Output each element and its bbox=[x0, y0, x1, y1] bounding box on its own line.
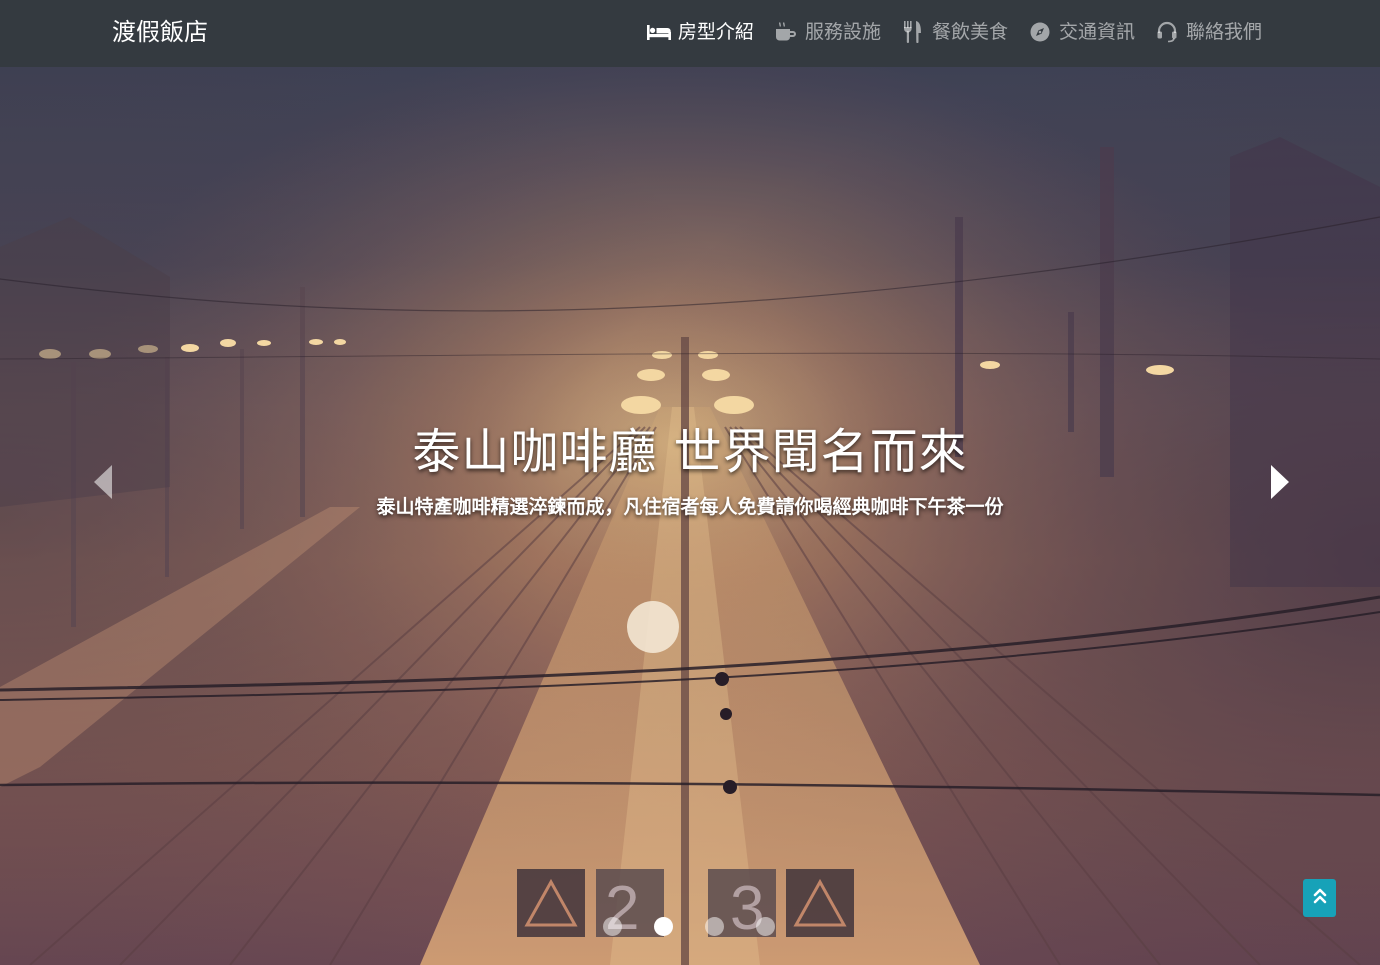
carousel-indicators bbox=[0, 917, 1380, 936]
carousel-prev-button[interactable] bbox=[83, 462, 123, 506]
nav-item-label: 服務設施 bbox=[804, 21, 881, 43]
carousel-indicator-active[interactable] bbox=[654, 917, 673, 936]
back-to-top-button[interactable] bbox=[1303, 879, 1336, 917]
nav-item-contact[interactable]: 聯絡我們 bbox=[1155, 18, 1262, 46]
caret-right-icon bbox=[1269, 464, 1291, 504]
nav-item-label: 交通資訊 bbox=[1058, 21, 1135, 43]
double-chevron-up-icon bbox=[1313, 888, 1327, 908]
nav-item-label: 聯絡我們 bbox=[1185, 21, 1262, 43]
coffee-mug-icon bbox=[774, 20, 798, 44]
nav-item-dining[interactable]: 餐飲美食 bbox=[901, 18, 1008, 46]
nav-item-rooms[interactable]: 房型介紹 bbox=[646, 18, 754, 46]
brand-logo-text[interactable]: 渡假飯店 bbox=[112, 16, 208, 48]
hero-carousel: 2 3 泰山咖啡廳 世界聞名而來 泰山特產咖啡精選淬鍊而成，凡住宿者每人免費請你… bbox=[0, 67, 1380, 965]
caret-left-icon bbox=[92, 464, 114, 504]
utensils-icon bbox=[901, 20, 925, 44]
carousel-indicator[interactable] bbox=[603, 917, 622, 936]
nav-item-label: 餐飲美食 bbox=[931, 21, 1008, 43]
slide-title: 泰山咖啡廳 世界聞名而來 bbox=[412, 424, 968, 480]
top-navbar: 渡假飯店 房型介紹 服務設施 餐飲美食 交通資訊 聯絡我們 bbox=[0, 0, 1380, 67]
carousel-indicator[interactable] bbox=[705, 917, 724, 936]
bed-icon bbox=[646, 20, 671, 44]
headset-icon bbox=[1155, 20, 1179, 44]
slide-subtitle: 泰山特產咖啡精選淬鍊而成，凡住宿者每人免費請你喝經典咖啡下午茶一份 bbox=[376, 496, 1004, 518]
carousel-indicator[interactable] bbox=[756, 917, 775, 936]
nav-item-facilities[interactable]: 服務設施 bbox=[774, 18, 881, 46]
nav-item-label: 房型介紹 bbox=[677, 21, 754, 43]
main-nav: 房型介紹 服務設施 餐飲美食 交通資訊 聯絡我們 bbox=[627, 17, 1262, 47]
slide-caption: 泰山咖啡廳 世界聞名而來 泰山特產咖啡精選淬鍊而成，凡住宿者每人免費請你喝經典咖… bbox=[0, 422, 1380, 520]
compass-icon bbox=[1028, 20, 1052, 44]
nav-item-transport[interactable]: 交通資訊 bbox=[1028, 18, 1135, 46]
carousel-next-button[interactable] bbox=[1260, 462, 1300, 506]
